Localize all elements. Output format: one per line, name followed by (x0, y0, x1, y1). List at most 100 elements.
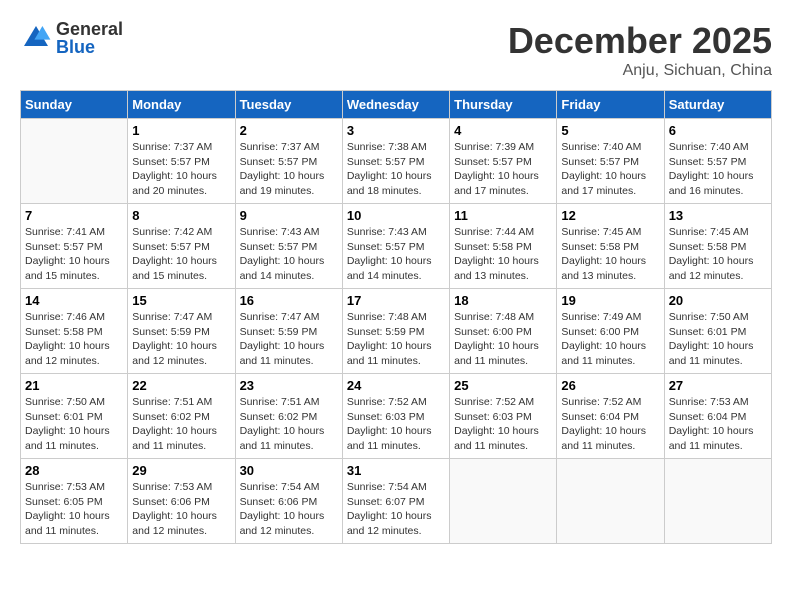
day-number: 2 (240, 123, 338, 138)
day-info: Sunrise: 7:45 AM Sunset: 5:58 PM Dayligh… (669, 225, 767, 284)
day-info: Sunrise: 7:39 AM Sunset: 5:57 PM Dayligh… (454, 140, 552, 199)
logo-icon (20, 22, 52, 54)
week-row-4: 21Sunrise: 7:50 AM Sunset: 6:01 PM Dayli… (21, 374, 772, 459)
calendar-cell: 13 Sunrise: 7:45 AM Sunset: 5:58 PM Dayli… (664, 204, 771, 289)
calendar-cell (664, 459, 771, 544)
calendar-cell: 16 Sunrise: 7:47 AM Sunset: 5:59 PM Dayli… (235, 289, 342, 374)
calendar-cell: 22 Sunrise: 7:51 AM Sunset: 6:02 PM Dayli… (128, 374, 235, 459)
day-info: Sunrise: 7:40 AM Sunset: 5:57 PM Dayligh… (561, 140, 659, 199)
header-row: SundayMondayTuesdayWednesdayThursdayFrid… (21, 91, 772, 119)
calendar-cell: 17Sunrise: 7:48 AM Sunset: 5:59 PM Dayli… (342, 289, 449, 374)
day-info: Sunrise: 7:54 AM Sunset: 6:06 PM Dayligh… (240, 480, 338, 539)
calendar-cell: 29Sunrise: 7:53 AM Sunset: 6:06 PM Dayli… (128, 459, 235, 544)
calendar-cell: 8Sunrise: 7:42 AM Sunset: 5:57 PM Daylig… (128, 204, 235, 289)
day-info: Sunrise: 7:49 AM Sunset: 6:00 PM Dayligh… (561, 310, 659, 369)
calendar-cell: 10 Sunrise: 7:43 AM Sunset: 5:57 PM Dayli… (342, 204, 449, 289)
day-number: 18 (454, 293, 552, 308)
calendar-cell: 12 Sunrise: 7:45 AM Sunset: 5:58 PM Dayli… (557, 204, 664, 289)
day-info: Sunrise: 7:52 AM Sunset: 6:03 PM Dayligh… (454, 395, 552, 454)
day-info: Sunrise: 7:50 AM Sunset: 6:01 PM Dayligh… (669, 310, 767, 369)
day-info: Sunrise: 7:44 AM Sunset: 5:58 PM Dayligh… (454, 225, 552, 284)
calendar-cell: 5 Sunrise: 7:40 AM Sunset: 5:57 PM Daylig… (557, 119, 664, 204)
calendar-cell: 6Sunrise: 7:40 AM Sunset: 5:57 PM Daylig… (664, 119, 771, 204)
day-info: Sunrise: 7:52 AM Sunset: 6:03 PM Dayligh… (347, 395, 445, 454)
calendar-cell: 11 Sunrise: 7:44 AM Sunset: 5:58 PM Dayli… (450, 204, 557, 289)
logo-general-text: General (56, 20, 123, 38)
title-area: December 2025 Anju, Sichuan, China (508, 20, 772, 80)
calendar-cell: 9 Sunrise: 7:43 AM Sunset: 5:57 PM Daylig… (235, 204, 342, 289)
calendar-cell: 20Sunrise: 7:50 AM Sunset: 6:01 PM Dayli… (664, 289, 771, 374)
calendar-cell: 4 Sunrise: 7:39 AM Sunset: 5:57 PM Daylig… (450, 119, 557, 204)
calendar-cell: 19Sunrise: 7:49 AM Sunset: 6:00 PM Dayli… (557, 289, 664, 374)
day-number: 6 (669, 123, 767, 138)
calendar-cell: 18 Sunrise: 7:48 AM Sunset: 6:00 PM Dayli… (450, 289, 557, 374)
calendar-body: 1 Sunrise: 7:37 AM Sunset: 5:57 PM Daylig… (21, 119, 772, 544)
week-row-3: 14 Sunrise: 7:46 AM Sunset: 5:58 PM Dayli… (21, 289, 772, 374)
day-number: 16 (240, 293, 338, 308)
day-info: Sunrise: 7:47 AM Sunset: 5:59 PM Dayligh… (132, 310, 230, 369)
column-header-sunday: Sunday (21, 91, 128, 119)
calendar-cell: 1 Sunrise: 7:37 AM Sunset: 5:57 PM Daylig… (128, 119, 235, 204)
week-row-2: 7Sunrise: 7:41 AM Sunset: 5:57 PM Daylig… (21, 204, 772, 289)
day-number: 17 (347, 293, 445, 308)
calendar-cell (21, 119, 128, 204)
calendar-cell: 26 Sunrise: 7:52 AM Sunset: 6:04 PM Dayli… (557, 374, 664, 459)
day-info: Sunrise: 7:43 AM Sunset: 5:57 PM Dayligh… (240, 225, 338, 284)
column-header-wednesday: Wednesday (342, 91, 449, 119)
day-number: 4 (454, 123, 552, 138)
day-number: 12 (561, 208, 659, 223)
day-number: 8 (132, 208, 230, 223)
location: Anju, Sichuan, China (508, 62, 772, 80)
calendar-cell: 2 Sunrise: 7:37 AM Sunset: 5:57 PM Daylig… (235, 119, 342, 204)
calendar-cell: 23 Sunrise: 7:51 AM Sunset: 6:02 PM Dayli… (235, 374, 342, 459)
day-number: 30 (240, 463, 338, 478)
day-info: Sunrise: 7:52 AM Sunset: 6:04 PM Dayligh… (561, 395, 659, 454)
column-header-monday: Monday (128, 91, 235, 119)
day-info: Sunrise: 7:46 AM Sunset: 5:58 PM Dayligh… (25, 310, 123, 369)
calendar-cell: 31Sunrise: 7:54 AM Sunset: 6:07 PM Dayli… (342, 459, 449, 544)
calendar-cell: 24Sunrise: 7:52 AM Sunset: 6:03 PM Dayli… (342, 374, 449, 459)
day-number: 26 (561, 378, 659, 393)
calendar-cell: 14 Sunrise: 7:46 AM Sunset: 5:58 PM Dayli… (21, 289, 128, 374)
calendar-cell: 21Sunrise: 7:50 AM Sunset: 6:01 PM Dayli… (21, 374, 128, 459)
calendar-header: SundayMondayTuesdayWednesdayThursdayFrid… (21, 91, 772, 119)
day-info: Sunrise: 7:37 AM Sunset: 5:57 PM Dayligh… (240, 140, 338, 199)
day-number: 23 (240, 378, 338, 393)
column-header-tuesday: Tuesday (235, 91, 342, 119)
day-info: Sunrise: 7:37 AM Sunset: 5:57 PM Dayligh… (132, 140, 230, 199)
header: General Blue December 2025 Anju, Sichuan… (20, 20, 772, 80)
column-header-thursday: Thursday (450, 91, 557, 119)
column-header-friday: Friday (557, 91, 664, 119)
day-number: 5 (561, 123, 659, 138)
calendar-cell: 15 Sunrise: 7:47 AM Sunset: 5:59 PM Dayli… (128, 289, 235, 374)
calendar-cell: 3 Sunrise: 7:38 AM Sunset: 5:57 PM Daylig… (342, 119, 449, 204)
day-info: Sunrise: 7:45 AM Sunset: 5:58 PM Dayligh… (561, 225, 659, 284)
calendar-table: SundayMondayTuesdayWednesdayThursdayFrid… (20, 90, 772, 544)
day-info: Sunrise: 7:43 AM Sunset: 5:57 PM Dayligh… (347, 225, 445, 284)
day-number: 10 (347, 208, 445, 223)
day-info: Sunrise: 7:51 AM Sunset: 6:02 PM Dayligh… (240, 395, 338, 454)
day-number: 1 (132, 123, 230, 138)
logo: General Blue (20, 20, 123, 56)
day-number: 25 (454, 378, 552, 393)
day-number: 21 (25, 378, 123, 393)
day-info: Sunrise: 7:47 AM Sunset: 5:59 PM Dayligh… (240, 310, 338, 369)
week-row-1: 1 Sunrise: 7:37 AM Sunset: 5:57 PM Daylig… (21, 119, 772, 204)
day-info: Sunrise: 7:51 AM Sunset: 6:02 PM Dayligh… (132, 395, 230, 454)
calendar-cell: 30 Sunrise: 7:54 AM Sunset: 6:06 PM Dayli… (235, 459, 342, 544)
day-number: 15 (132, 293, 230, 308)
day-number: 3 (347, 123, 445, 138)
day-number: 22 (132, 378, 230, 393)
day-number: 14 (25, 293, 123, 308)
day-number: 13 (669, 208, 767, 223)
day-info: Sunrise: 7:38 AM Sunset: 5:57 PM Dayligh… (347, 140, 445, 199)
day-number: 11 (454, 208, 552, 223)
day-info: Sunrise: 7:48 AM Sunset: 6:00 PM Dayligh… (454, 310, 552, 369)
column-header-saturday: Saturday (664, 91, 771, 119)
calendar-cell: 7Sunrise: 7:41 AM Sunset: 5:57 PM Daylig… (21, 204, 128, 289)
day-number: 7 (25, 208, 123, 223)
day-number: 9 (240, 208, 338, 223)
calendar-cell: 25 Sunrise: 7:52 AM Sunset: 6:03 PM Dayli… (450, 374, 557, 459)
day-number: 29 (132, 463, 230, 478)
day-number: 27 (669, 378, 767, 393)
